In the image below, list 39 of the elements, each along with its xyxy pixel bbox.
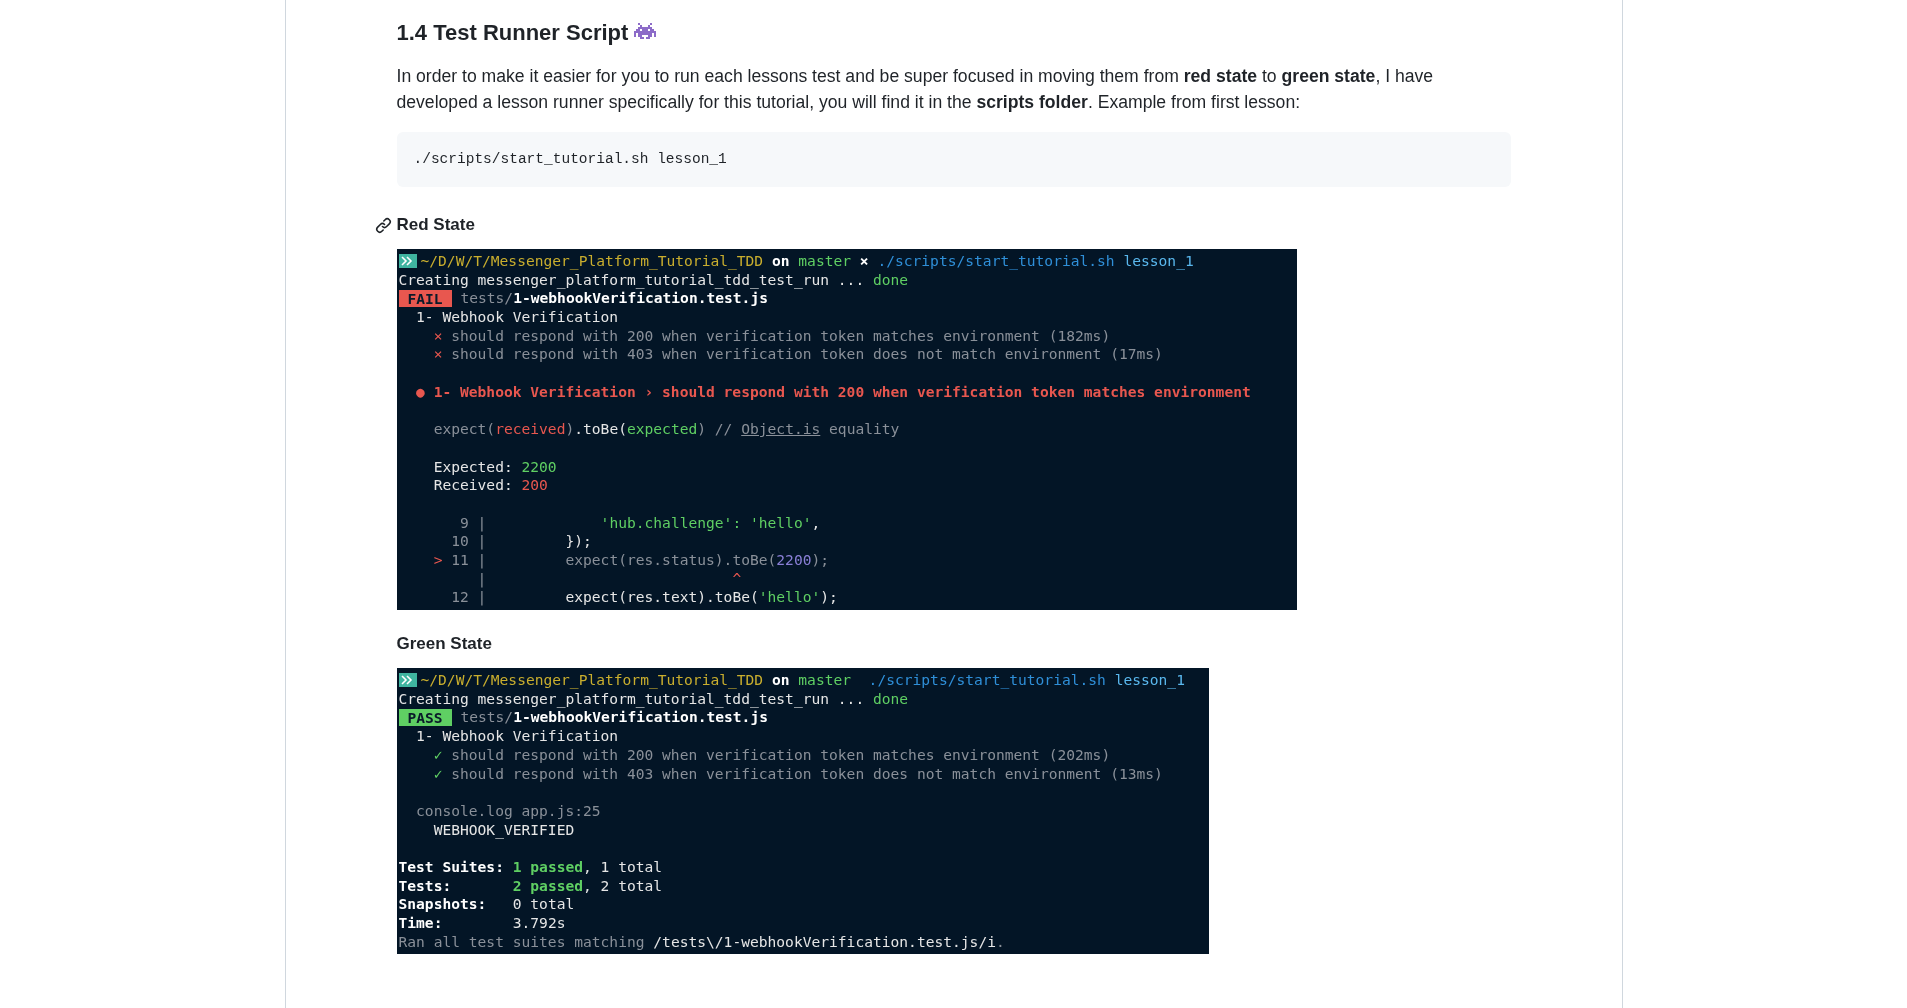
link-icon[interactable]	[374, 216, 392, 234]
terminal-line: 12 | expect(res.text).toBe('hello');	[450, 588, 838, 608]
terminal-line: | ^	[476, 569, 742, 589]
terminal-line: tests/1-webhookVerification.test.js	[459, 289, 768, 309]
status-badge: FAIL	[398, 290, 452, 308]
subsection-heading: Red State	[396, 214, 475, 237]
section-heading: 1.4 Test Runner Script	[396, 18, 1511, 46]
terminal-line: Snapshots: 0 total	[398, 895, 575, 914]
terminal-line: > 11 | expect(res.status).toBe(2200);	[432, 551, 830, 570]
subsection-heading: Green State	[396, 633, 492, 656]
terminal-line: Test Suites: 1 passed, 1 total	[398, 857, 663, 877]
terminal-line: ✓ should respond with 200 when verification token matches environment (202ms)	[432, 745, 1111, 765]
terminal-line: ~/D/W/T/Messenger_Platform_Tutorial_TDD on master × ./scripts/start_tutorial.sh lesson_1	[420, 252, 1194, 271]
terminal-line: 1- Webhook Verification	[415, 308, 619, 327]
terminal-line: ✓ should respond with 403 when verification token does not match environment (13ms)	[432, 764, 1163, 784]
terminal-line: Expected: 2200	[432, 457, 557, 477]
terminal-line: 10 | });	[450, 532, 592, 551]
terminal-line: 1- Webhook Verification	[415, 727, 619, 746]
prompt-icon	[398, 254, 417, 269]
terminal-line: 9 | 'hub.challenge': 'hello',	[459, 513, 821, 533]
status-badge: PASS	[398, 709, 452, 727]
terminal-line: expect(received).toBe(expected) // Object.is equality	[432, 420, 900, 439]
terminal-line: × should respond with 200 when verification token matches environment (182ms)	[432, 326, 1111, 346]
prompt-icon	[398, 673, 417, 688]
terminal-line: Time: 3.792s	[398, 914, 566, 933]
terminal-line: Creating messenger_platform_tutorial_tdd_test_run ... done	[398, 689, 909, 709]
terminal-line: Tests: 2 passed, 2 total	[398, 876, 663, 896]
space-invader-icon	[634, 23, 657, 41]
terminal-line: console.log app.js:25	[415, 801, 601, 821]
terminal-line: Received: 200	[432, 476, 548, 495]
terminal-line: ~/D/W/T/Messenger_Platform_Tutorial_TDD on master ./scripts/start_tutorial.sh lesson_1	[420, 671, 1185, 690]
code-block: ./scripts/start_tutorial.sh lesson_1	[396, 132, 1511, 187]
terminal-line: WEBHOOK_VERIFIED	[432, 820, 575, 840]
intro-paragraph: In order to make it easier for you to run each lessons test and be super focused in moving them from red state to green state, I have developed a lesson runner specifically for this tutorial, you will find it in the scripts folder. Example from first lesson:	[396, 65, 1435, 114]
terminal-line: Creating messenger_platform_tutorial_tdd_test_run ... done	[398, 270, 909, 290]
terminal-line: tests/1-webhookVerification.test.js	[459, 708, 768, 728]
terminal-line: × should respond with 403 when verification token does not match environment (17ms)	[432, 345, 1163, 365]
terminal-line: ● 1- Webhook Verification › should respond with 200 when verification token matches environment	[415, 382, 1251, 402]
terminal-line: Ran all test suites matching /tests\/1-webhookVerification.test.js/i.	[398, 932, 1005, 952]
